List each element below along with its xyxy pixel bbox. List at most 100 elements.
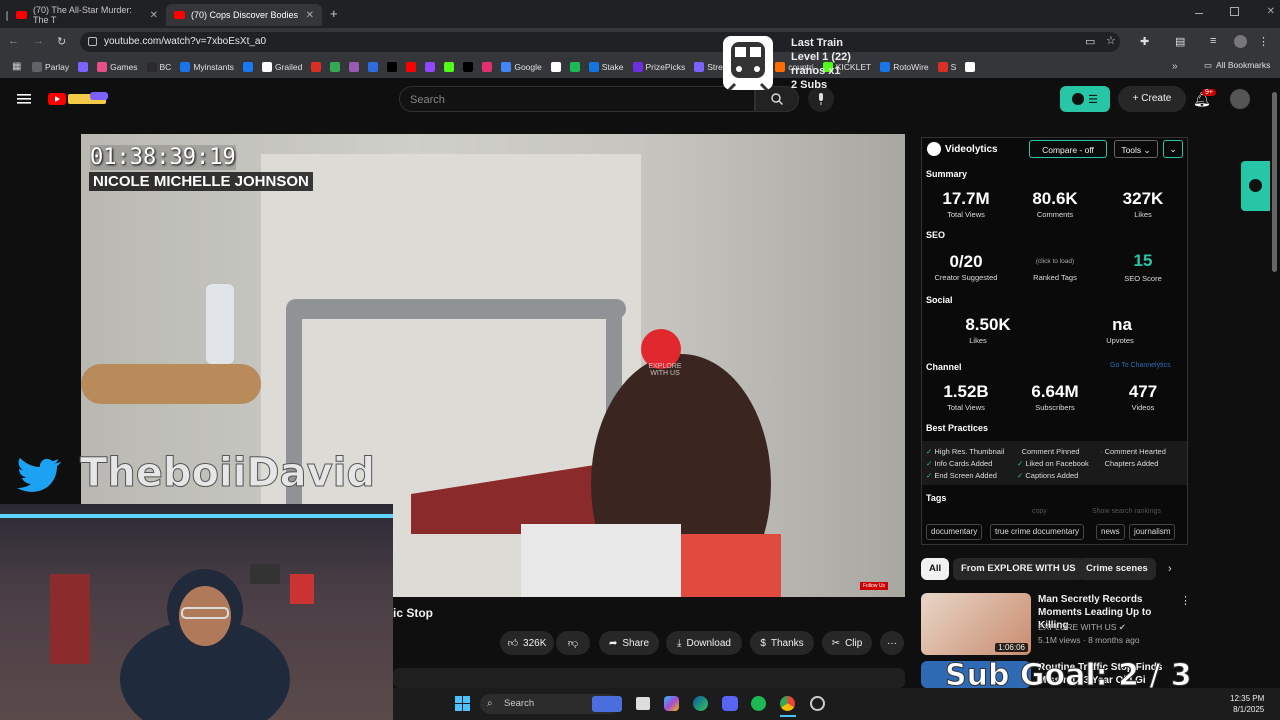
extensions-icon[interactable]: ✚: [1140, 35, 1149, 48]
search-input[interactable]: Search: [399, 86, 755, 112]
bookmark-item[interactable]: [965, 62, 976, 72]
tools-dropdown[interactable]: Tools ⌄: [1114, 140, 1158, 158]
rec-1-menu-icon[interactable]: ⋮: [1180, 594, 1191, 607]
chip-all[interactable]: All: [921, 558, 950, 580]
discord-icon[interactable]: [722, 696, 738, 711]
microphone-icon: [819, 93, 823, 105]
chips-next-chevron-icon[interactable]: ›: [1168, 563, 1172, 575]
bookmark-item[interactable]: Stake: [588, 62, 624, 72]
bookmark-item[interactable]: Games: [97, 62, 138, 72]
bookmark-item[interactable]: [242, 62, 253, 72]
bookmark-item[interactable]: [368, 62, 379, 72]
site-info-icon[interactable]: [88, 37, 97, 46]
chrome-icon[interactable]: [780, 696, 795, 711]
videolytics-toggle-button[interactable]: ☰: [1060, 86, 1110, 112]
tag-chip[interactable]: news: [1096, 524, 1125, 540]
bookmark-item[interactable]: [78, 62, 89, 72]
cast-icon[interactable]: ▭: [1085, 35, 1095, 48]
profile-avatar[interactable]: [1234, 35, 1247, 48]
copy-tags-button[interactable]: copy: [1032, 508, 1047, 515]
create-button[interactable]: + Create: [1118, 86, 1186, 112]
taskbar-clock[interactable]: 12:35 PM 8/1/2025: [1230, 693, 1264, 715]
tag-chip[interactable]: journalism: [1129, 524, 1176, 540]
more-actions-button[interactable]: ···: [880, 631, 904, 655]
create-label: Create: [1141, 93, 1172, 104]
channel-videos: 477: [1128, 382, 1158, 401]
collapse-chevron-icon[interactable]: ⌄: [1163, 140, 1183, 158]
bookmark-item[interactable]: Google: [501, 62, 542, 72]
chip-crime-scenes[interactable]: Crime scenes: [1078, 558, 1156, 580]
tag-chip[interactable]: true crime documentary: [990, 524, 1085, 540]
tab-1-close-icon[interactable]: ✕: [150, 10, 158, 21]
description-box[interactable]: [393, 668, 905, 688]
share-button[interactable]: ➦ Share: [599, 631, 659, 655]
show-search-rankings-toggle[interactable]: Show search rankings: [1092, 508, 1161, 515]
bookmark-item[interactable]: Myinstants: [180, 62, 234, 72]
bookmark-item[interactable]: [482, 62, 493, 72]
edge-icon[interactable]: [693, 696, 708, 711]
new-tab-button[interactable]: +: [330, 6, 338, 21]
bookmark-item[interactable]: [406, 62, 417, 72]
bookmark-item[interactable]: [330, 62, 341, 72]
bookmark-item[interactable]: [463, 62, 474, 72]
bookmark-item[interactable]: [550, 62, 561, 72]
rec-1-channel[interactable]: EXPLORE WITH US ✔: [1038, 622, 1126, 633]
bookmark-label: BC: [159, 62, 172, 72]
apps-grid-icon[interactable]: ▦: [12, 62, 22, 72]
more-bookmarks-icon[interactable]: »: [1172, 61, 1178, 72]
tab-2-close-icon[interactable]: ✕: [306, 10, 314, 21]
bookmark-item[interactable]: [349, 62, 360, 72]
like-button[interactable]: 👍︎ 326K: [500, 631, 554, 655]
back-icon[interactable]: ←: [8, 35, 19, 47]
bookmark-item[interactable]: [569, 62, 580, 72]
compare-toggle[interactable]: Compare - off: [1029, 140, 1107, 158]
sidepanel-icon[interactable]: ▤: [1175, 35, 1185, 48]
summary-comments-label: Comments: [1036, 210, 1074, 219]
videolytics-side-tab[interactable]: [1241, 161, 1270, 211]
bookmark-item[interactable]: [311, 62, 322, 72]
obs-icon[interactable]: [810, 696, 825, 711]
reload-icon[interactable]: ↻: [57, 35, 66, 48]
bookmark-star-icon[interactable]: ☆: [1106, 34, 1116, 47]
copilot-icon[interactable]: [664, 696, 679, 711]
page-scrollbar[interactable]: [1272, 92, 1277, 272]
media-controls-icon[interactable]: ≡: [1210, 35, 1216, 47]
download-button[interactable]: ⤓ Download: [666, 631, 742, 655]
all-bookmarks-folder[interactable]: ▭ All Bookmarks: [1204, 60, 1271, 71]
task-view-icon[interactable]: [636, 697, 650, 710]
bookmark-item[interactable]: [425, 62, 436, 72]
bookmark-item[interactable]: PrizePicks: [632, 62, 685, 72]
train-title: Last Train: [791, 37, 843, 49]
minimize-icon[interactable]: [1195, 13, 1203, 14]
address-bar[interactable]: youtube.com/watch?v=7xboEsXt_a0: [80, 32, 1120, 52]
channelytics-link[interactable]: Go To Channelytics: [1110, 362, 1171, 369]
spotify-icon[interactable]: [751, 696, 766, 711]
forward-icon[interactable]: →: [33, 35, 44, 47]
bookmark-item[interactable]: [387, 62, 398, 72]
bookmark-item[interactable]: BC: [146, 62, 172, 72]
hamburger-menu-icon[interactable]: [17, 92, 31, 104]
windows-start-icon[interactable]: [455, 696, 470, 711]
rec-1-thumbnail[interactable]: 1:06:06: [921, 593, 1031, 655]
account-avatar[interactable]: [1230, 89, 1250, 109]
videolytics-logo-icon: [927, 142, 941, 156]
bookmark-item[interactable]: S: [937, 62, 956, 72]
menu-icon[interactable]: ⋮: [1258, 35, 1269, 48]
chip-from-channel[interactable]: From EXPLORE WITH US: [953, 558, 1084, 580]
youtube-logo[interactable]: [48, 92, 110, 106]
search-highlight-icon: [592, 696, 622, 712]
ranked-tags-load-link[interactable]: (click to load): [1015, 258, 1095, 265]
dislike-button[interactable]: 👎︎: [556, 631, 590, 655]
thanks-button[interactable]: $ Thanks: [750, 631, 814, 655]
bookmark-item[interactable]: RotoWire: [880, 62, 929, 72]
maximize-icon[interactable]: [1230, 7, 1240, 16]
tag-chip[interactable]: documentary: [926, 524, 983, 540]
clip-button[interactable]: ✂ Clip: [822, 631, 872, 655]
bookmark-item[interactable]: Grailed: [261, 62, 302, 72]
bookmark-item[interactable]: Parlay: [32, 62, 69, 72]
summary-comments: 80.6K: [1032, 189, 1078, 208]
bookmark-item[interactable]: [444, 62, 455, 72]
tab-1[interactable]: (70) The All-Star Murder: The T ✕: [8, 4, 166, 26]
tab-2-active[interactable]: (70) Cops Discover Bodies ✕: [166, 4, 322, 26]
close-window-icon[interactable]: ✕: [1267, 7, 1275, 21]
